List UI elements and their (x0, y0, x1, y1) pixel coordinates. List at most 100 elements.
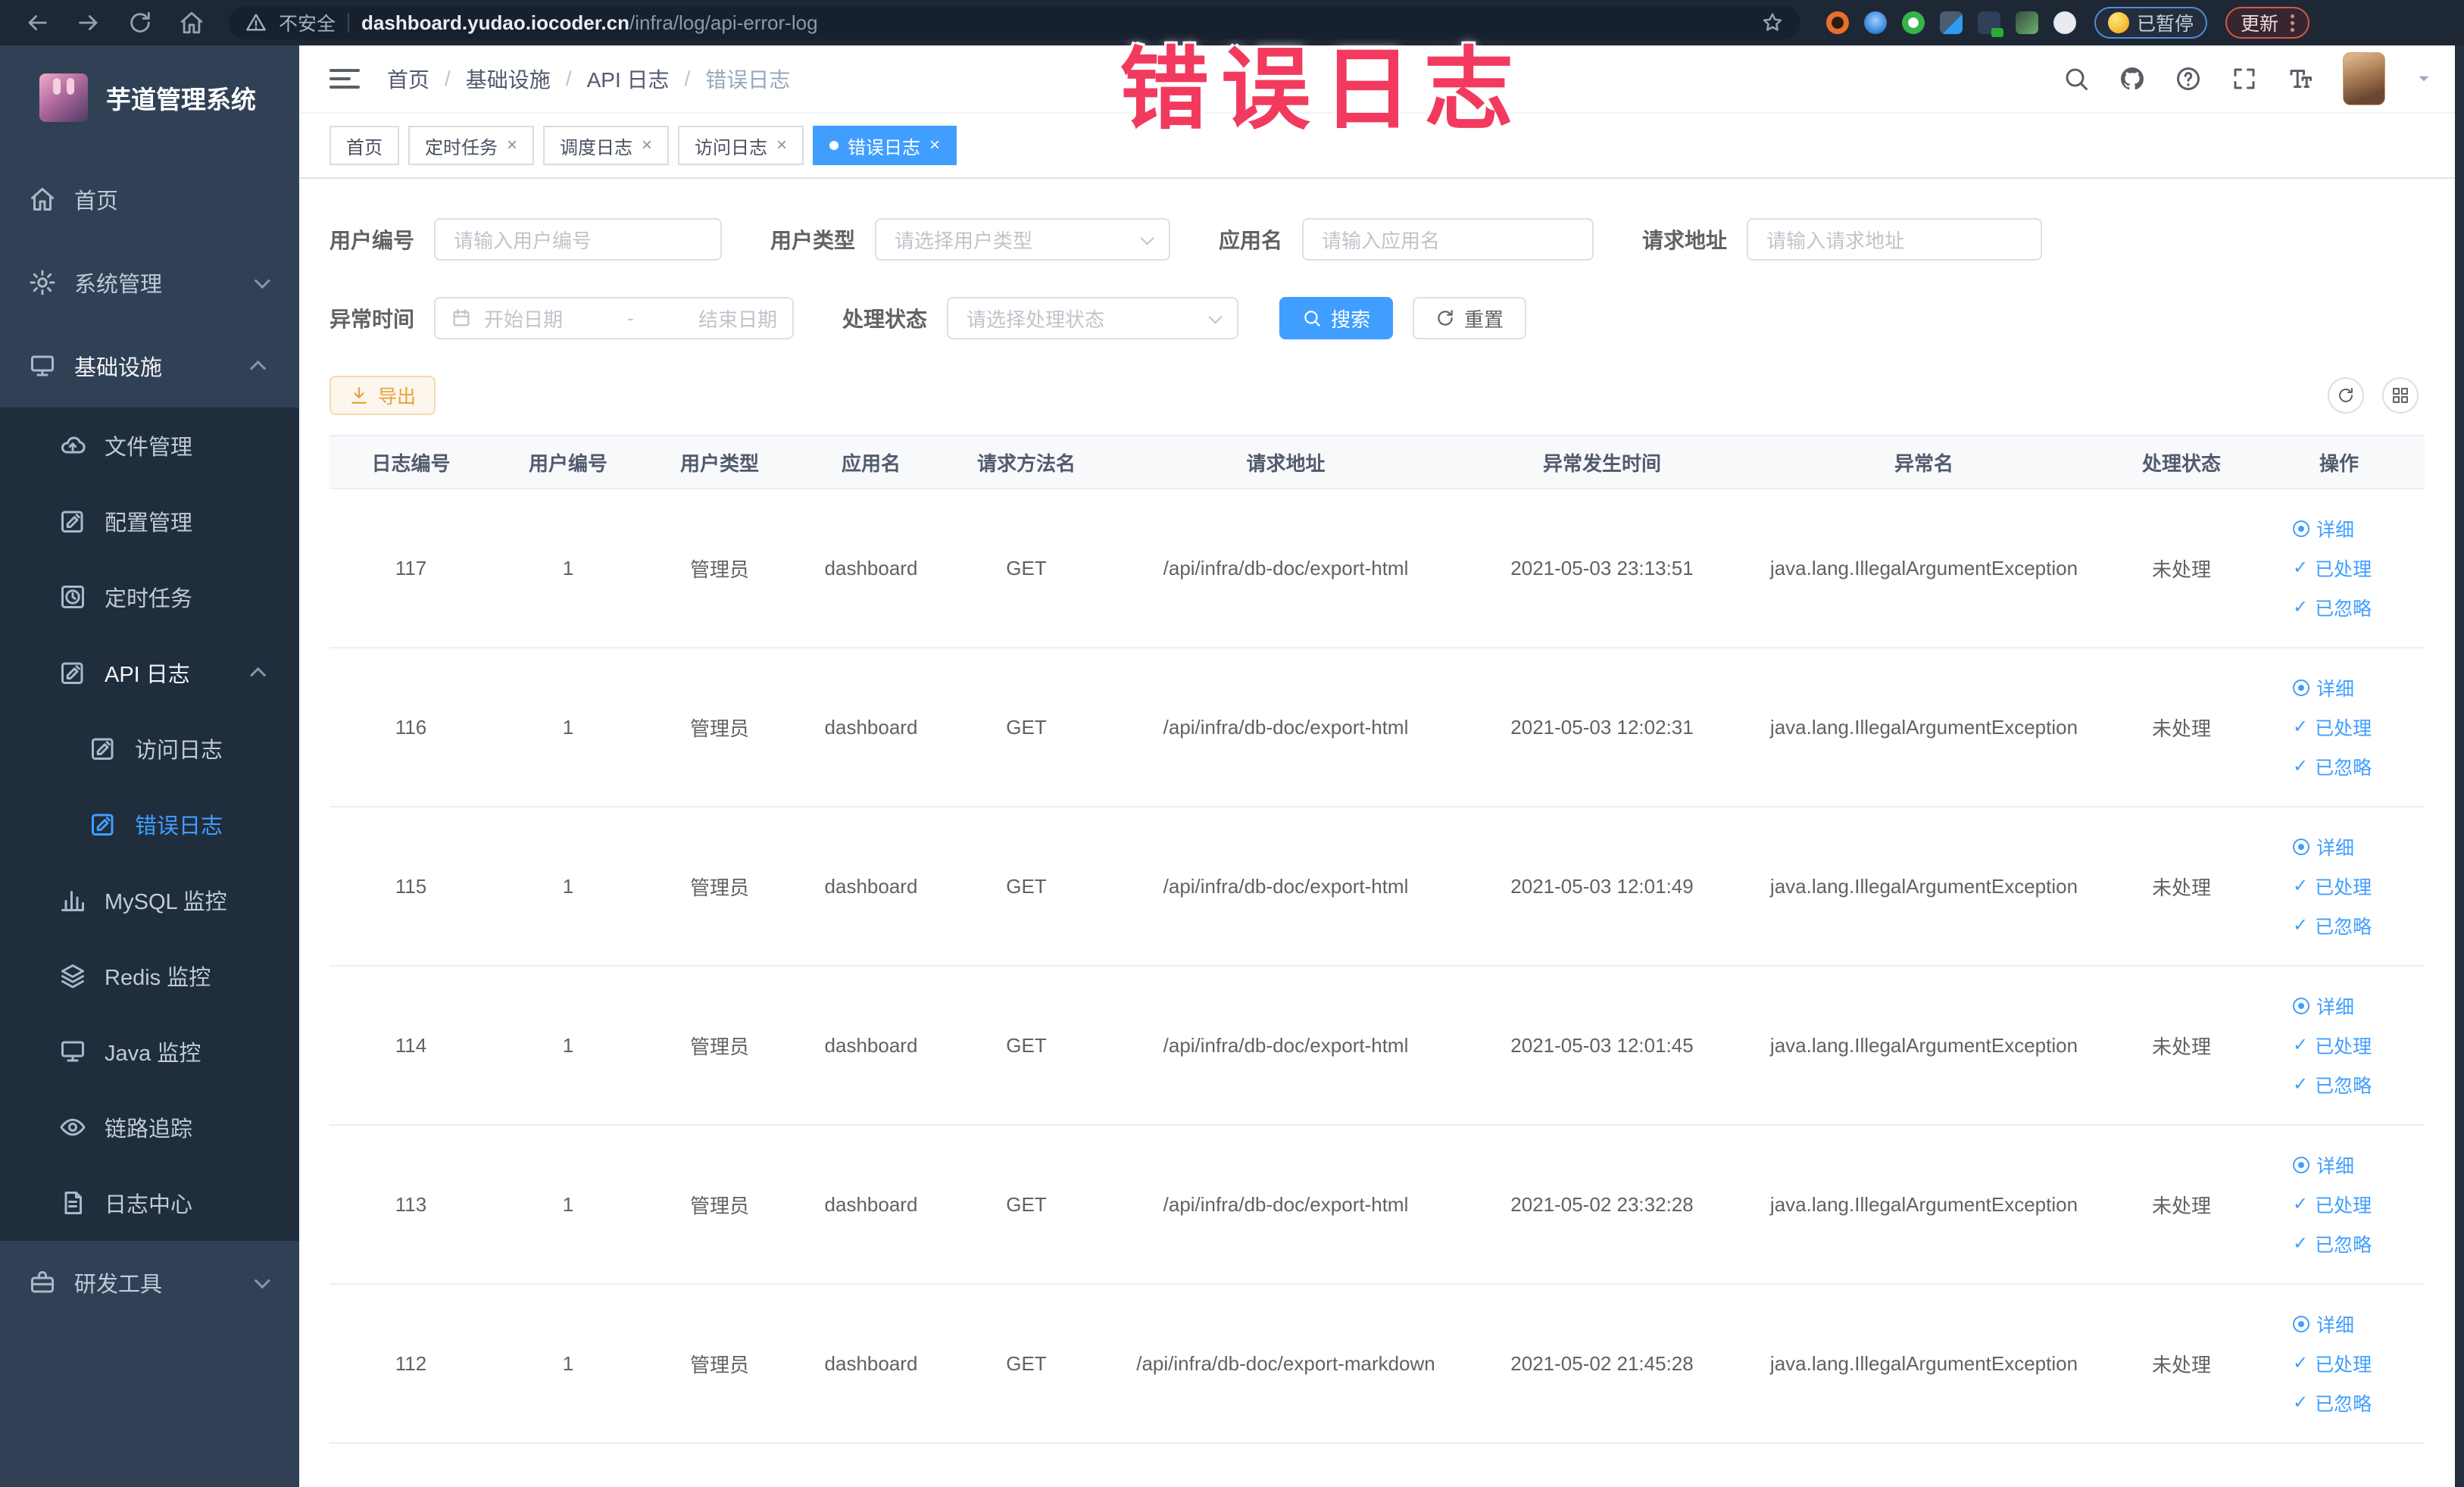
breadcrumb-home[interactable]: 首页 (387, 64, 429, 94)
column-settings-button[interactable] (2382, 377, 2419, 414)
mark-ignored-link[interactable]: ✓ 已忽略 (2293, 912, 2372, 939)
fullscreen-icon[interactable] (2231, 65, 2258, 92)
detail-link[interactable]: 详细 (2293, 992, 2354, 1020)
help-icon[interactable] (2175, 65, 2202, 92)
mark-processed-link[interactable]: ✓ 已处理 (2293, 873, 2372, 900)
sidebar-item-mysql-monitor[interactable]: MySQL 监控 (0, 862, 299, 938)
browser-menu-icon[interactable] (2291, 14, 2295, 32)
mark-ignored-link[interactable]: ✓ 已忽略 (2293, 594, 2372, 621)
cell-user-type: 管理员 (689, 1353, 749, 1376)
tab-home[interactable]: 首页 (329, 126, 399, 165)
hamburger-icon[interactable] (329, 66, 360, 92)
cell-user-id: 1 (562, 1033, 574, 1057)
process-status-select[interactable]: 请选择处理状态 (947, 297, 1239, 339)
user-menu-caret-icon[interactable] (2414, 69, 2434, 89)
exception-time-range-picker[interactable]: 开始日期 - 结束日期 (434, 297, 795, 339)
url-divider (348, 13, 350, 33)
extension-icon-toggle[interactable] (1978, 11, 2003, 37)
mark-processed-link[interactable]: ✓ 已处理 (2293, 555, 2372, 582)
sidebar-item-api-log[interactable]: API 日志 (0, 635, 299, 711)
sidebar-item-infrastructure[interactable]: 基础设施 (0, 324, 299, 408)
profile-paused-chip[interactable]: 已暂停 (2094, 7, 2208, 39)
check-icon: ✓ (2293, 876, 2309, 896)
mark-processed-link[interactable]: ✓ 已处理 (2293, 1191, 2372, 1218)
table-row[interactable]: 115 1 管理员 dashboard GET /api/infra/db-do… (329, 808, 2425, 967)
reset-button[interactable]: 重置 (1413, 297, 1527, 339)
export-button[interactable]: 导出 (329, 376, 436, 415)
not-secure-warning-icon[interactable] (245, 12, 267, 33)
extension-icon-puzzle[interactable] (2053, 11, 2076, 34)
check-icon: ✓ (2293, 717, 2309, 737)
mark-ignored-link[interactable]: ✓ 已忽略 (2293, 1389, 2372, 1417)
mark-processed-link[interactable]: ✓ 已处理 (2293, 1350, 2372, 1377)
browser-home-icon[interactable] (179, 10, 205, 36)
mark-ignored-link[interactable]: ✓ 已忽略 (2293, 1071, 2372, 1098)
user-id-input[interactable]: 请输入用户编号 (434, 218, 723, 261)
sidebar-item-java-monitor[interactable]: Java 监控 (0, 1014, 299, 1089)
browser-scrollbar[interactable] (2455, 45, 2464, 1487)
close-icon[interactable]: × (507, 136, 517, 155)
cell-time: 2021-05-02 23:32:28 (1510, 1192, 1694, 1216)
mark-ignored-link[interactable]: ✓ 已忽略 (2293, 1230, 2372, 1257)
browser-back-icon[interactable] (24, 10, 50, 36)
cell-user-type: 管理员 (689, 717, 749, 740)
breadcrumb-infrastructure[interactable]: 基础设施 (466, 64, 551, 94)
close-icon[interactable]: × (929, 136, 940, 155)
sidebar-item-error-log[interactable]: 错误日志 (0, 786, 299, 862)
tab-access-log[interactable]: 访问日志 × (678, 126, 804, 165)
extension-icon-blue-drop[interactable] (1864, 11, 1887, 34)
app-name-input[interactable]: 请输入应用名 (1302, 218, 1594, 261)
search-icon[interactable] (2063, 65, 2090, 92)
browser-reload-icon[interactable] (127, 10, 153, 36)
search-button[interactable]: 搜索 (1279, 297, 1394, 339)
detail-link[interactable]: 详细 (2293, 1310, 2354, 1338)
font-size-icon[interactable] (2287, 65, 2314, 92)
detail-link[interactable]: 详细 (2293, 1151, 2354, 1179)
address-bar[interactable]: 不安全 dashboard.yudao.iocoder.cn/infra/log… (229, 6, 1800, 39)
cell-app-name: dashboard (824, 1033, 918, 1057)
user-type-select[interactable]: 请选择用户类型 (875, 218, 1171, 261)
app-logo[interactable]: 芋道管理系统 (0, 45, 299, 136)
table-row[interactable]: 116 1 管理员 dashboard GET /api/infra/db-do… (329, 648, 2425, 808)
header-actions (2063, 52, 2434, 105)
tab-scheduled-tasks[interactable]: 定时任务 × (408, 126, 535, 165)
extension-icon-green-check[interactable] (1902, 11, 1925, 34)
mark-processed-link[interactable]: ✓ 已处理 (2293, 714, 2372, 741)
sidebar-item-redis-monitor[interactable]: Redis 监控 (0, 938, 299, 1014)
table-row[interactable]: 117 1 管理员 dashboard GET /api/infra/db-do… (329, 489, 2425, 648)
sidebar-item-config-management[interactable]: 配置管理 (0, 483, 299, 559)
sidebar-item-home[interactable]: 首页 (0, 158, 299, 241)
bookmark-star-icon[interactable] (1761, 11, 1784, 34)
browser-update-button[interactable]: 更新 (2225, 7, 2310, 39)
tab-error-log[interactable]: 错误日志 × (813, 126, 957, 165)
detail-link[interactable]: 详细 (2293, 674, 2354, 701)
github-icon[interactable] (2119, 65, 2146, 92)
sidebar-item-access-log[interactable]: 访问日志 (0, 711, 299, 786)
mark-ignored-link[interactable]: ✓ 已忽略 (2293, 753, 2372, 780)
table-row[interactable]: 114 1 管理员 dashboard GET /api/infra/db-do… (329, 967, 2425, 1126)
detail-link[interactable]: 详细 (2293, 515, 2354, 542)
extension-icon-grid-blue[interactable] (1940, 11, 1963, 34)
extension-icon-orange[interactable] (1826, 11, 1849, 34)
sidebar-item-file-management[interactable]: 文件管理 (0, 408, 299, 483)
tab-schedule-log[interactable]: 调度日志 × (543, 126, 670, 165)
close-icon[interactable]: × (776, 136, 787, 155)
sidebar-item-log-center[interactable]: 日志中心 (0, 1165, 299, 1241)
refresh-table-button[interactable] (2328, 377, 2364, 414)
user-avatar[interactable] (2343, 52, 2385, 105)
detail-link[interactable]: 详细 (2293, 833, 2354, 861)
sidebar-item-scheduled-tasks[interactable]: 定时任务 (0, 559, 299, 635)
browser-forward-icon[interactable] (76, 10, 101, 36)
request-url-input[interactable]: 请输入请求地址 (1747, 218, 2043, 261)
mark-processed-link[interactable]: ✓ 已处理 (2293, 1032, 2372, 1059)
sidebar-item-dev-tools[interactable]: 研发工具 (0, 1241, 299, 1324)
sidebar-item-system-management[interactable]: 系统管理 (0, 241, 299, 324)
filter-row-1: 用户编号 请输入用户编号 用户类型 请选择用户类型 应用名 请输入应用名 请求地… (329, 218, 2434, 261)
close-icon[interactable]: × (642, 136, 652, 155)
table-row[interactable]: 113 1 管理员 dashboard GET /api/infra/db-do… (329, 1126, 2425, 1285)
extension-icon-leaf[interactable] (2016, 11, 2038, 34)
breadcrumb-api-log[interactable]: API 日志 (587, 64, 670, 94)
sidebar-item-trace[interactable]: 链路追踪 (0, 1089, 299, 1165)
table-row[interactable]: 112 1 管理员 dashboard GET /api/infra/db-do… (329, 1285, 2425, 1444)
cell-user-id: 1 (562, 1192, 574, 1216)
